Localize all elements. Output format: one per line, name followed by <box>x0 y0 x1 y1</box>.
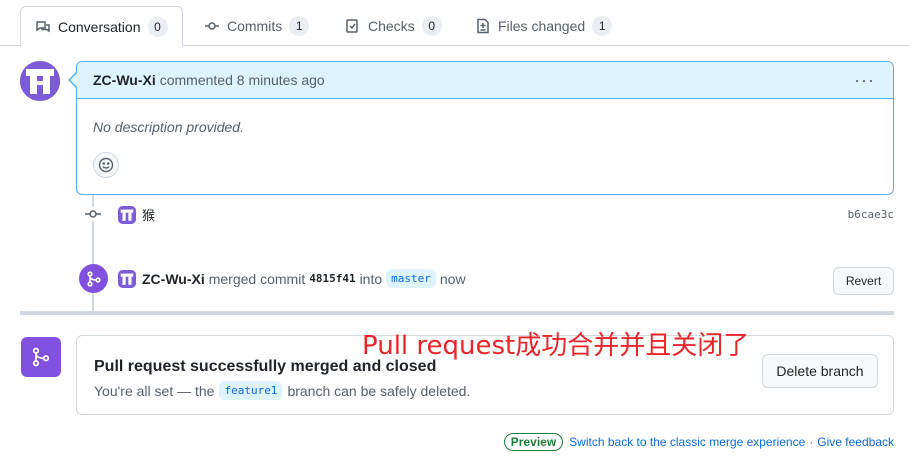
commit-sha[interactable]: b6cae3c <box>848 208 894 221</box>
kebab-menu-icon[interactable]: ··· <box>854 70 875 91</box>
tab-files-changed[interactable]: Files changed 1 <box>461 6 626 46</box>
merge-author[interactable]: ZC-Wu-Xi <box>142 271 205 287</box>
merge-into-text: into <box>359 270 383 287</box>
separator: · <box>809 435 814 449</box>
switch-classic-link[interactable]: Switch back to the classic merge experie… <box>569 435 805 449</box>
merged-sub-suffix: branch can be safely deleted. <box>287 382 471 399</box>
comment-box: ZC-Wu-Xi commented 8 minutes ago ··· No … <box>76 61 894 195</box>
tab-label: Files changed <box>498 18 586 34</box>
avatar[interactable] <box>118 205 136 224</box>
tab-conversation[interactable]: Conversation 0 <box>20 6 183 47</box>
smiley-icon <box>98 157 114 173</box>
merge-event-icon <box>79 264 108 293</box>
base-branch[interactable]: master <box>386 269 436 288</box>
merge-time[interactable]: now <box>440 271 466 287</box>
comment-author[interactable]: ZC-Wu-Xi <box>93 72 156 88</box>
tab-counter: 1 <box>592 16 613 36</box>
commit-row: 猴 <box>118 205 155 224</box>
avatar[interactable] <box>118 269 136 288</box>
revert-button[interactable]: Revert <box>833 267 894 295</box>
annotation-text: Pull request成功合并并且关闭了 <box>362 331 750 361</box>
comment-body: No description provided. <box>93 119 244 135</box>
merge-commit-sha[interactable]: 4815f41 <box>309 272 355 285</box>
merged-state-icon <box>21 337 61 377</box>
give-feedback-link[interactable]: Give feedback <box>817 435 894 449</box>
tab-commits[interactable]: Commits 1 <box>190 6 323 46</box>
tab-label: Conversation <box>58 18 141 35</box>
merge-text: merged commit <box>208 270 306 287</box>
head-branch[interactable]: feature1 <box>219 381 283 400</box>
merged-sub-prefix: You're all set — the <box>94 382 215 399</box>
pr-tabs: Conversation 0 Commits 1 Checks 0 Files … <box>0 0 909 47</box>
commit-message[interactable]: 猴 <box>142 205 155 224</box>
preview-badge: Preview <box>503 433 564 451</box>
comment-pointer-inner <box>70 73 77 87</box>
timeline-divider <box>20 311 894 315</box>
tab-label: Checks <box>368 18 415 34</box>
commit-icon <box>84 207 102 221</box>
file-diff-icon <box>477 18 489 34</box>
comment-header: ZC-Wu-Xi commented 8 minutes ago <box>77 62 893 99</box>
merge-footer: Preview Switch back to the classic merge… <box>503 433 894 451</box>
conversation-icon <box>36 20 50 32</box>
avatar-glyph-icon <box>20 61 60 101</box>
add-reaction-button[interactable] <box>93 152 119 178</box>
tab-counter: 0 <box>421 16 442 36</box>
tab-counter: 1 <box>289 16 310 36</box>
tab-checks[interactable]: Checks 0 <box>331 6 456 46</box>
tab-counter: 0 <box>147 16 168 37</box>
tab-label: Commits <box>227 18 283 34</box>
commit-icon <box>205 22 219 30</box>
comment-action[interactable]: commented 8 minutes ago <box>160 72 325 88</box>
checks-icon <box>346 19 358 33</box>
merge-event-row: ZC-Wu-Xi merged commit 4815f41 into mast… <box>118 269 466 288</box>
delete-branch-button[interactable]: Delete branch <box>762 354 878 388</box>
merged-subtitle: You're all set — the feature1 branch can… <box>94 381 470 400</box>
avatar[interactable] <box>20 61 60 101</box>
